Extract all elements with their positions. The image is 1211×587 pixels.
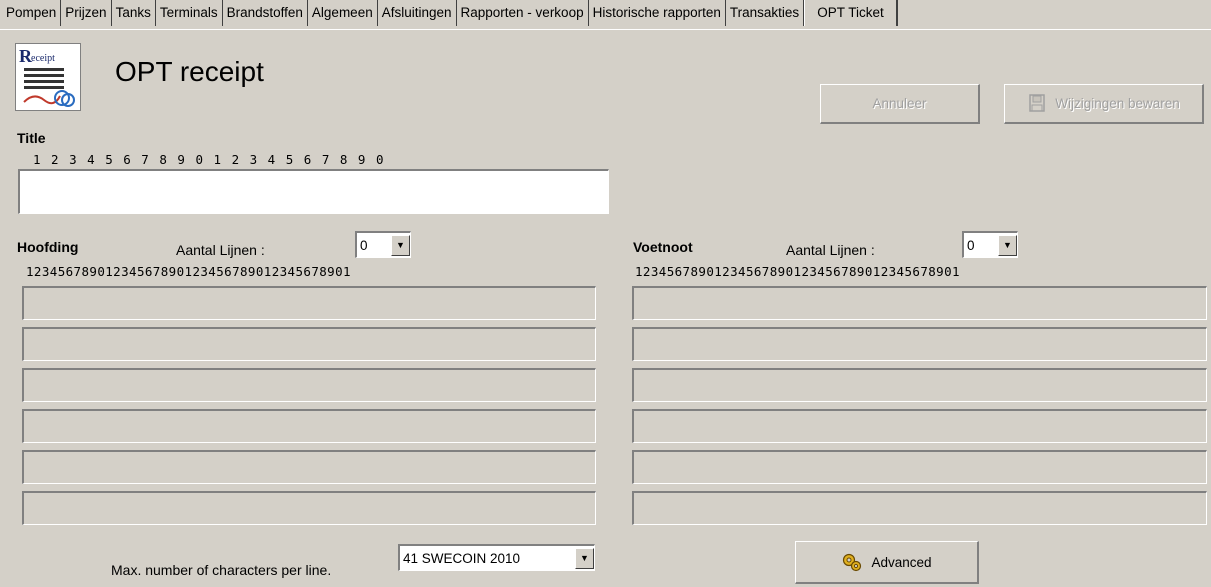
tab-afsluitingen[interactable]: Afsluitingen: [378, 0, 457, 26]
max-chars-label: Max. number of characters per line.: [111, 562, 332, 578]
footer-lines-value: 0: [967, 237, 975, 253]
tab-algemeen[interactable]: Algemeen: [308, 0, 378, 26]
footer-ruler: 1234567890123456789012345678901234567890…: [635, 264, 960, 279]
header-section-label: Hoofding: [17, 239, 79, 255]
cancel-button[interactable]: Annuleer: [820, 84, 980, 124]
tab-rapporten-verkoop[interactable]: Rapporten - verkoop: [457, 0, 589, 26]
svg-text:eceipt: eceipt: [31, 53, 55, 64]
tab-bar: Pompen Prijzen Tanks Terminals Brandstof…: [0, 0, 1211, 30]
footer-line-4[interactable]: [632, 409, 1207, 443]
tab-prijzen[interactable]: Prijzen: [61, 0, 112, 26]
tab-historische-rapporten[interactable]: Historische rapporten: [589, 0, 726, 26]
chevron-down-icon[interactable]: ▼: [391, 234, 410, 256]
footer-line-3[interactable]: [632, 368, 1207, 402]
footer-lines-label: Aantal Lijnen :: [786, 242, 875, 258]
header-line-3[interactable]: [22, 368, 596, 402]
save-icon: [1029, 93, 1045, 112]
header-line-5[interactable]: [22, 450, 596, 484]
footer-line-5[interactable]: [632, 450, 1207, 484]
footer-line-1[interactable]: [632, 286, 1207, 320]
advanced-button[interactable]: Advanced: [795, 541, 979, 584]
header-line-2[interactable]: [22, 327, 596, 361]
title-input[interactable]: [18, 169, 609, 214]
gears-icon: [843, 553, 862, 572]
footer-line-2[interactable]: [632, 327, 1207, 361]
chevron-down-icon[interactable]: ▼: [998, 234, 1017, 256]
tab-terminals[interactable]: Terminals: [156, 0, 223, 26]
save-button-label: Wijzigingen bewaren: [1055, 96, 1180, 111]
max-chars-select[interactable]: 41 SWECOIN 2010 ▼: [398, 544, 595, 571]
header-lines-label: Aantal Lijnen :: [176, 242, 265, 258]
header-line-6[interactable]: [22, 491, 596, 525]
footer-section-label: Voetnoot: [633, 239, 693, 255]
save-button[interactable]: Wijzigingen bewaren: [1004, 84, 1204, 124]
receipt-icon: R eceipt: [15, 43, 81, 111]
page-title: OPT receipt: [115, 56, 264, 87]
tab-pompen[interactable]: Pompen: [0, 0, 62, 26]
tab-opt-ticket[interactable]: OPT Ticket: [804, 0, 898, 26]
header-lines-value: 0: [360, 237, 368, 253]
header-lines-select[interactable]: 0 ▼: [355, 231, 411, 258]
title-ruler: 1 2 3 4 5 6 7 8 9 0 1 2 3 4 5 6 7 8 9 0: [33, 152, 385, 167]
chevron-down-icon[interactable]: ▼: [575, 547, 594, 569]
tab-transakties[interactable]: Transakties: [726, 0, 805, 26]
max-chars-value: 41 SWECOIN 2010: [403, 550, 521, 566]
header-ruler: 1234567890123456789012345678901234567890…: [26, 264, 351, 279]
header-line-1[interactable]: [22, 286, 596, 320]
header-line-4[interactable]: [22, 409, 596, 443]
tab-brandstoffen[interactable]: Brandstoffen: [223, 0, 308, 26]
receipt-icon-graphic: R eceipt: [19, 46, 75, 107]
advanced-button-label: Advanced: [871, 554, 932, 570]
tab-tanks[interactable]: Tanks: [112, 0, 156, 26]
footer-line-6[interactable]: [632, 491, 1207, 525]
footer-lines-select[interactable]: 0 ▼: [962, 231, 1018, 258]
title-label: Title: [17, 130, 46, 146]
